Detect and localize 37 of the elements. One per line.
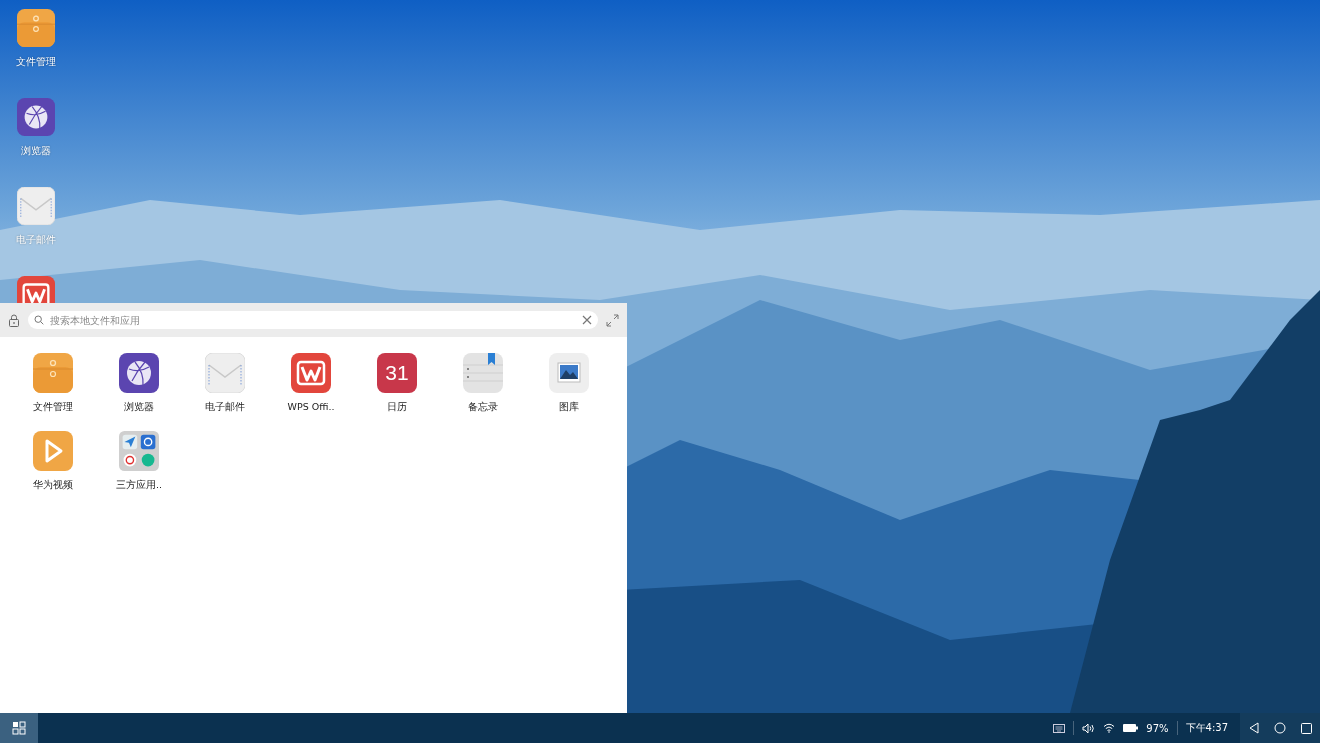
w-logo-icon[interactable]	[291, 353, 331, 393]
globe-icon[interactable]	[119, 353, 159, 393]
battery-percent: 97%	[1146, 722, 1169, 734]
battery-icon[interactable]	[1123, 724, 1139, 732]
app-label: 图库	[559, 401, 579, 414]
app-label: 备忘录	[468, 401, 498, 414]
search-icon	[34, 315, 44, 325]
lock-icon[interactable]	[8, 313, 20, 327]
app-label: 文件管理	[33, 401, 73, 414]
app-label: 电子邮件	[205, 401, 245, 414]
app-label: WPS Offi..	[287, 401, 335, 412]
icon-label: 电子邮件	[16, 233, 56, 247]
expand-icon[interactable]	[606, 313, 619, 327]
icon-label: 文件管理	[16, 55, 56, 69]
photo-stack-icon[interactable]	[549, 353, 589, 393]
circle-icon	[1274, 722, 1286, 734]
calendar-icon[interactable]: 31	[377, 353, 417, 393]
notepad-icon[interactable]	[463, 353, 503, 393]
keyboard-icon[interactable]	[1053, 723, 1066, 733]
close-icon[interactable]	[582, 315, 592, 325]
wifi-icon[interactable]	[1103, 723, 1116, 733]
speaker-icon[interactable]	[1082, 722, 1096, 734]
triangle-icon	[1249, 722, 1259, 734]
w-logo-icon[interactable]	[17, 276, 55, 303]
clock-time[interactable]: 下午4:37	[1185, 721, 1228, 735]
app-label: 三方应用..	[115, 479, 162, 492]
grid-icon	[12, 721, 26, 735]
start-button[interactable]	[0, 713, 38, 743]
app-label: 浏览器	[124, 401, 154, 414]
app-label: 日历	[387, 401, 407, 414]
app-folder-icon[interactable]	[119, 431, 159, 471]
square-icon	[1300, 722, 1312, 734]
app-label: 华为视频	[33, 479, 73, 492]
search-bar[interactable]: 搜索本地文件和应用	[28, 311, 598, 329]
folder-case-icon[interactable]	[17, 9, 55, 47]
icon-label: 浏览器	[21, 144, 51, 158]
globe-icon[interactable]	[17, 98, 55, 136]
